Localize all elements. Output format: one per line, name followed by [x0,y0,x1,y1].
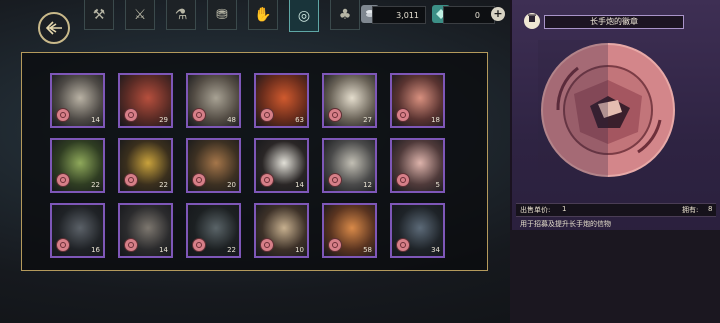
medal-badge-icon [192,238,206,252]
item-count: 58 [363,246,372,254]
sword-icon: ⚔ [133,6,147,23]
medal-badge-icon [396,173,410,187]
tab-potion[interactable]: ⚗ [166,0,196,30]
medal-badge-icon [260,238,274,252]
item-count: 22 [227,246,236,254]
medal-badge-icon [260,108,274,122]
currency-b-display: 0 [443,6,495,24]
tab-medal[interactable]: ◎ [289,0,319,32]
item-count: 20 [227,181,236,189]
medal-badge-icon [124,238,138,252]
medal-badge-icon [396,238,410,252]
item-count: 10 [295,246,304,254]
inventory-slot[interactable]: 18 [390,73,445,128]
tab-boot[interactable]: ⚒ [84,0,114,30]
medal-badge-icon [124,108,138,122]
item-description: 用于招募及提升长手炮的信物 [520,220,611,228]
inventory-slot[interactable]: 63 [254,73,309,128]
tab-bag[interactable]: ⛃ [207,0,237,30]
add-currency-button[interactable]: + [491,7,505,21]
detail-description-area [510,230,720,323]
hand-icon: ✋ [254,6,272,23]
item-count: 22 [91,181,100,189]
potion-icon: ⚗ [174,6,188,23]
tab-clover[interactable]: ♣ [330,0,360,30]
clover-icon: ♣ [338,6,352,23]
sale-info-bar: 出售单价: 1 拥有: 8 [516,203,716,217]
medal-badge-icon [328,108,342,122]
inventory-slot[interactable]: 48 [186,73,241,128]
item-count: 12 [363,181,372,189]
inventory-slot[interactable]: 16 [50,203,105,258]
back-arrow-icon [45,21,62,35]
item-count: 16 [91,246,100,254]
sell-price-value: 1 [562,205,567,213]
inventory-slot[interactable]: 22 [186,203,241,258]
own-value: 8 [708,205,713,213]
inventory-slot[interactable]: 20 [186,138,241,193]
medal-badge-icon [260,173,274,187]
medal-icon: ◎ [297,7,311,24]
inventory-slot[interactable]: 22 [50,138,105,193]
item-title: 长手炮的徽章 [544,15,684,29]
item-count: 34 [431,246,440,254]
item-count: 22 [159,181,168,189]
inventory-slot[interactable]: 12 [322,138,377,193]
inventory-slot[interactable]: 14 [254,138,309,193]
inventory-slot[interactable]: 10 [254,203,309,258]
item-count: 14 [295,181,304,189]
tab-hand[interactable]: ✋ [248,0,278,30]
item-count: 5 [435,181,440,189]
medal-badge-icon [56,108,70,122]
item-count: 14 [159,246,168,254]
bag-icon: ⛃ [216,6,228,23]
item-count: 48 [227,116,236,124]
item-count: 14 [91,116,100,124]
inventory-panel: 14 29 48 63 27 18 22 22 20 14 12 5 16 14 22 10 58 34 [21,52,488,271]
inventory-slot[interactable]: 27 [322,73,377,128]
medal-badge-icon [56,173,70,187]
inventory-slot[interactable]: 34 [390,203,445,258]
back-button[interactable] [38,12,70,44]
currency-a-display: 3,011 [372,6,426,24]
medal-badge-icon [328,238,342,252]
item-count: 18 [431,116,440,124]
sell-price-label: 出售单价: [520,206,551,214]
medal-badge-icon [328,173,342,187]
currency-b-value: 0 [474,10,480,20]
boot-icon: ⚒ [92,6,106,23]
currency-a-value: 3,011 [396,10,419,20]
own-label: 拥有: [682,206,699,214]
medal-badge-icon [192,173,206,187]
medal-badge-icon [396,108,410,122]
item-count: 29 [159,116,168,124]
inventory-slot[interactable]: 22 [118,138,173,193]
inventory-slot[interactable]: 5 [390,138,445,193]
medal-badge-icon [192,108,206,122]
inventory-slot[interactable]: 29 [118,73,173,128]
inventory-slot[interactable]: 14 [50,73,105,128]
trash-button[interactable] [524,13,540,29]
inventory-slot[interactable]: 14 [118,203,173,258]
tab-sword[interactable]: ⚔ [125,0,155,30]
trash-icon [528,14,536,22]
item-count: 27 [363,116,372,124]
item-count: 63 [295,116,304,124]
inventory-slot[interactable]: 58 [322,203,377,258]
medal-badge-icon [56,238,70,252]
medal-icon [538,40,675,180]
medal-badge-icon [124,173,138,187]
